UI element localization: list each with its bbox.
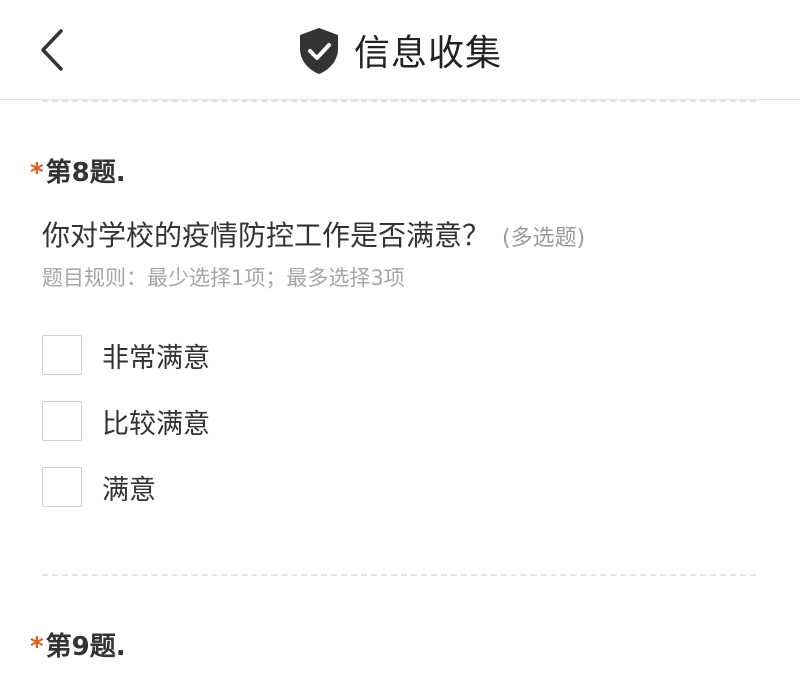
question-8-number: *第8题. bbox=[30, 152, 126, 189]
app-header: 信息收集 bbox=[0, 0, 800, 100]
header-title-group: 信息收集 bbox=[0, 0, 800, 100]
question-number-label: 第9题. bbox=[45, 632, 126, 662]
required-mark: * bbox=[30, 158, 44, 188]
option-very-satisfied[interactable]: 非常满意 bbox=[42, 333, 210, 377]
checkbox[interactable] bbox=[42, 467, 82, 507]
shield-check-icon bbox=[298, 27, 340, 75]
option-satisfied[interactable]: 满意 bbox=[42, 465, 156, 509]
question-text: 你对学校的疫情防控工作是否满意？ bbox=[42, 219, 491, 252]
option-label: 满意 bbox=[102, 474, 156, 506]
section-divider bbox=[42, 574, 756, 576]
question-type-label: (多选题) bbox=[502, 226, 586, 251]
checkbox[interactable] bbox=[42, 335, 82, 375]
required-mark: * bbox=[30, 632, 44, 662]
question-rule: 题目规则：最少选择1项；最多选择3项 bbox=[42, 266, 405, 290]
checkbox[interactable] bbox=[42, 401, 82, 441]
question-9-number: *第9题. bbox=[30, 626, 126, 663]
option-label: 比较满意 bbox=[102, 408, 210, 440]
page-title: 信息收集 bbox=[353, 33, 502, 74]
question-8-text: 你对学校的疫情防控工作是否满意？ (多选题) bbox=[42, 214, 585, 254]
option-label: 非常满意 bbox=[102, 342, 210, 374]
question-number-label: 第8题. bbox=[45, 158, 126, 188]
option-fairly-satisfied[interactable]: 比较满意 bbox=[42, 399, 210, 443]
section-divider-top bbox=[42, 100, 756, 102]
